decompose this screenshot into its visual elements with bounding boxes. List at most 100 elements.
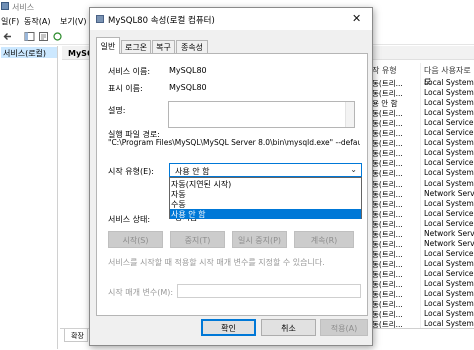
tab-general[interactable]: 일반 — [96, 37, 120, 54]
stop-button[interactable]: 중지(T) — [170, 231, 225, 248]
service-logon-as: Local System — [424, 78, 474, 87]
start-button[interactable]: 시작(S) — [108, 231, 163, 248]
service-logon-as: Network Service — [424, 188, 474, 198]
service-row[interactable]: 동(트리...Local System — [372, 108, 474, 118]
column-header-startup[interactable]: 작 유형 — [372, 65, 397, 77]
service-logon-as: Network Service — [424, 228, 474, 238]
tab-extended-label: 확장 — [71, 332, 84, 340]
service-logon-as: Local System — [424, 299, 474, 309]
tree-item-services-local[interactable]: 서비스(로컬) — [1, 47, 57, 58]
back-arrow-icon[interactable] — [2, 31, 13, 42]
executable-path-text: "C:\Program Files\MySQL\MySQL Server 8.0… — [108, 138, 360, 147]
services-app-icon — [96, 15, 104, 23]
column-header-logon[interactable]: 다음 사용자로 로 — [424, 65, 474, 86]
service-row[interactable]: 동(트리... Local Service — [372, 209, 474, 219]
service-logon-as: Local System — [424, 98, 474, 108]
menu-file[interactable]: 일(F) — [1, 16, 19, 27]
service-row[interactable]: 동(트리...Local System — [372, 299, 474, 309]
service-row[interactable]: 동(트리... Local Service — [372, 158, 474, 168]
service-logon-as: Local Service — [424, 128, 474, 138]
service-row[interactable]: 동(트리...Local System — [372, 148, 474, 158]
service-row[interactable]: 동(트리... Local Service — [372, 128, 474, 138]
startup-type-select[interactable]: 사용 안 함 ⌄ — [169, 163, 362, 177]
description-scrollbar[interactable] — [345, 102, 354, 127]
service-status-label: 서비스 상태: — [108, 215, 151, 224]
service-row[interactable]: 동(트리... Local Service — [372, 219, 474, 229]
startup-type-value: 사용 안 함 — [175, 167, 210, 176]
menu-view[interactable]: 보기(V) — [60, 16, 86, 27]
service-row[interactable]: 용 안 함Local System — [372, 98, 474, 108]
service-logon-as: Local System — [424, 168, 474, 178]
service-logon-as: Local System — [424, 138, 474, 148]
description-field[interactable] — [168, 101, 355, 128]
tab-recovery[interactable]: 복구 — [152, 40, 175, 53]
dialog-tabs: 일반 로그온 복구 종속성 — [96, 37, 368, 54]
executable-path-value: "C:\Program Files\MySQL\MySQL Server 8.0… — [108, 138, 360, 149]
tab-dependencies[interactable]: 종속성 — [176, 40, 208, 53]
service-row[interactable]: 동(트리...Local System — [372, 179, 474, 189]
service-logon-as: Local System — [424, 319, 474, 329]
service-row[interactable]: 동(트리...Local System — [372, 88, 474, 98]
service-logon-as: Local System — [424, 198, 474, 208]
startup-type-label: 시작 유형(E): — [108, 167, 154, 176]
services-app-icon — [1, 2, 9, 10]
service-row[interactable]: 동(트리...Local System — [372, 78, 474, 88]
apply-button[interactable]: 적용(A) — [320, 319, 368, 336]
pause-button[interactable]: 일시 중지(P) — [232, 231, 287, 248]
service-row[interactable]: 동(트리...Local System — [372, 289, 474, 299]
service-row[interactable]: 동(트리...Local System — [372, 309, 474, 319]
service-row[interactable]: 동(트리...Local System — [372, 279, 474, 289]
ok-button-label: 확인 — [221, 324, 236, 333]
startup-option-label: 사용 안 함 — [171, 210, 206, 219]
start-params-help-text: 서비스를 시작할 때 적용할 시작 매개 변수를 지정할 수 있습니다. — [108, 258, 325, 267]
pause-button-label: 일시 중지(P) — [237, 236, 282, 245]
service-logon-as: Local System — [424, 279, 474, 288]
service-row[interactable]: 동(트리...Local System — [372, 138, 474, 148]
stop-button-label: 중지(T) — [184, 236, 211, 245]
tab-dependencies-label: 종속성 — [180, 43, 204, 52]
close-button[interactable]: ✕ — [344, 8, 370, 30]
tab-recovery-label: 복구 — [156, 43, 171, 52]
start-params-input[interactable] — [177, 284, 361, 298]
dialog-title: MySQL80 속성(로컬 컴퓨터) — [108, 16, 215, 26]
service-row[interactable]: 동(트리... Local Service — [372, 118, 474, 128]
start-params-label: 시작 매개 변수(M): — [108, 288, 174, 297]
service-logon-as: Local Service — [424, 158, 474, 168]
startup-option-auto-delayed[interactable]: 자동(지연된 시작) — [170, 179, 361, 189]
startup-option-disabled[interactable]: 사용 안 함 — [170, 209, 361, 219]
services-window-title: 서비스 — [12, 3, 35, 12]
service-row[interactable]: 동(트리... Local Service — [372, 249, 474, 259]
service-logon-as: Local Service — [424, 118, 474, 128]
service-row[interactable]: 동(트리...Local System — [372, 168, 474, 178]
startup-option-auto[interactable]: 자동 — [170, 189, 361, 199]
general-tab-panel: 서비스 이름: MySQL80 표시 이름: MySQL80 설명: 실행 파일… — [96, 53, 368, 316]
service-row[interactable]: 동(트리...Network Service — [372, 189, 474, 199]
refresh-icon[interactable] — [52, 31, 63, 42]
tab-extended[interactable]: 확장 — [64, 329, 88, 342]
service-logon-as: Local System — [424, 258, 474, 268]
menu-action[interactable]: 동작(A) — [24, 16, 50, 27]
service-row[interactable]: 동(트리...Network Service — [372, 239, 474, 249]
properties-icon[interactable] — [38, 31, 49, 42]
service-row[interactable]: 동(트리...Local System — [372, 199, 474, 209]
tab-logon[interactable]: 로그온 — [121, 40, 151, 53]
display-name-label: 표시 이름: — [108, 84, 143, 93]
service-row[interactable]: 동(트리...Local System — [372, 259, 474, 269]
ok-button[interactable]: 확인 — [201, 319, 256, 336]
service-logon-as: Local System — [424, 289, 474, 299]
service-logon-as: Local System — [424, 88, 474, 98]
service-row[interactable]: 동(트리... Local Service — [372, 269, 474, 279]
service-row[interactable]: 동(트리...Network Service — [372, 229, 474, 239]
cancel-button[interactable]: 취소 — [261, 319, 316, 336]
service-logon-as: Network Service — [424, 238, 474, 248]
service-logon-as: Local Service — [424, 248, 474, 258]
startup-option-manual[interactable]: 수동 — [170, 199, 361, 209]
service-logon-as: Local System — [424, 309, 474, 319]
dialog-titlebar: MySQL80 속성(로컬 컴퓨터) ✕ — [90, 8, 372, 30]
cancel-button-label: 취소 — [281, 324, 296, 333]
startup-type-dropdown: 자동(지연된 시작) 자동 수동 사용 안 함 — [169, 177, 362, 219]
chevron-down-icon: ⌄ — [350, 165, 357, 174]
resume-button[interactable]: 계속(R) — [294, 231, 354, 248]
console-tree-icon[interactable] — [24, 31, 35, 42]
start-button-label: 시작(S) — [122, 236, 149, 245]
